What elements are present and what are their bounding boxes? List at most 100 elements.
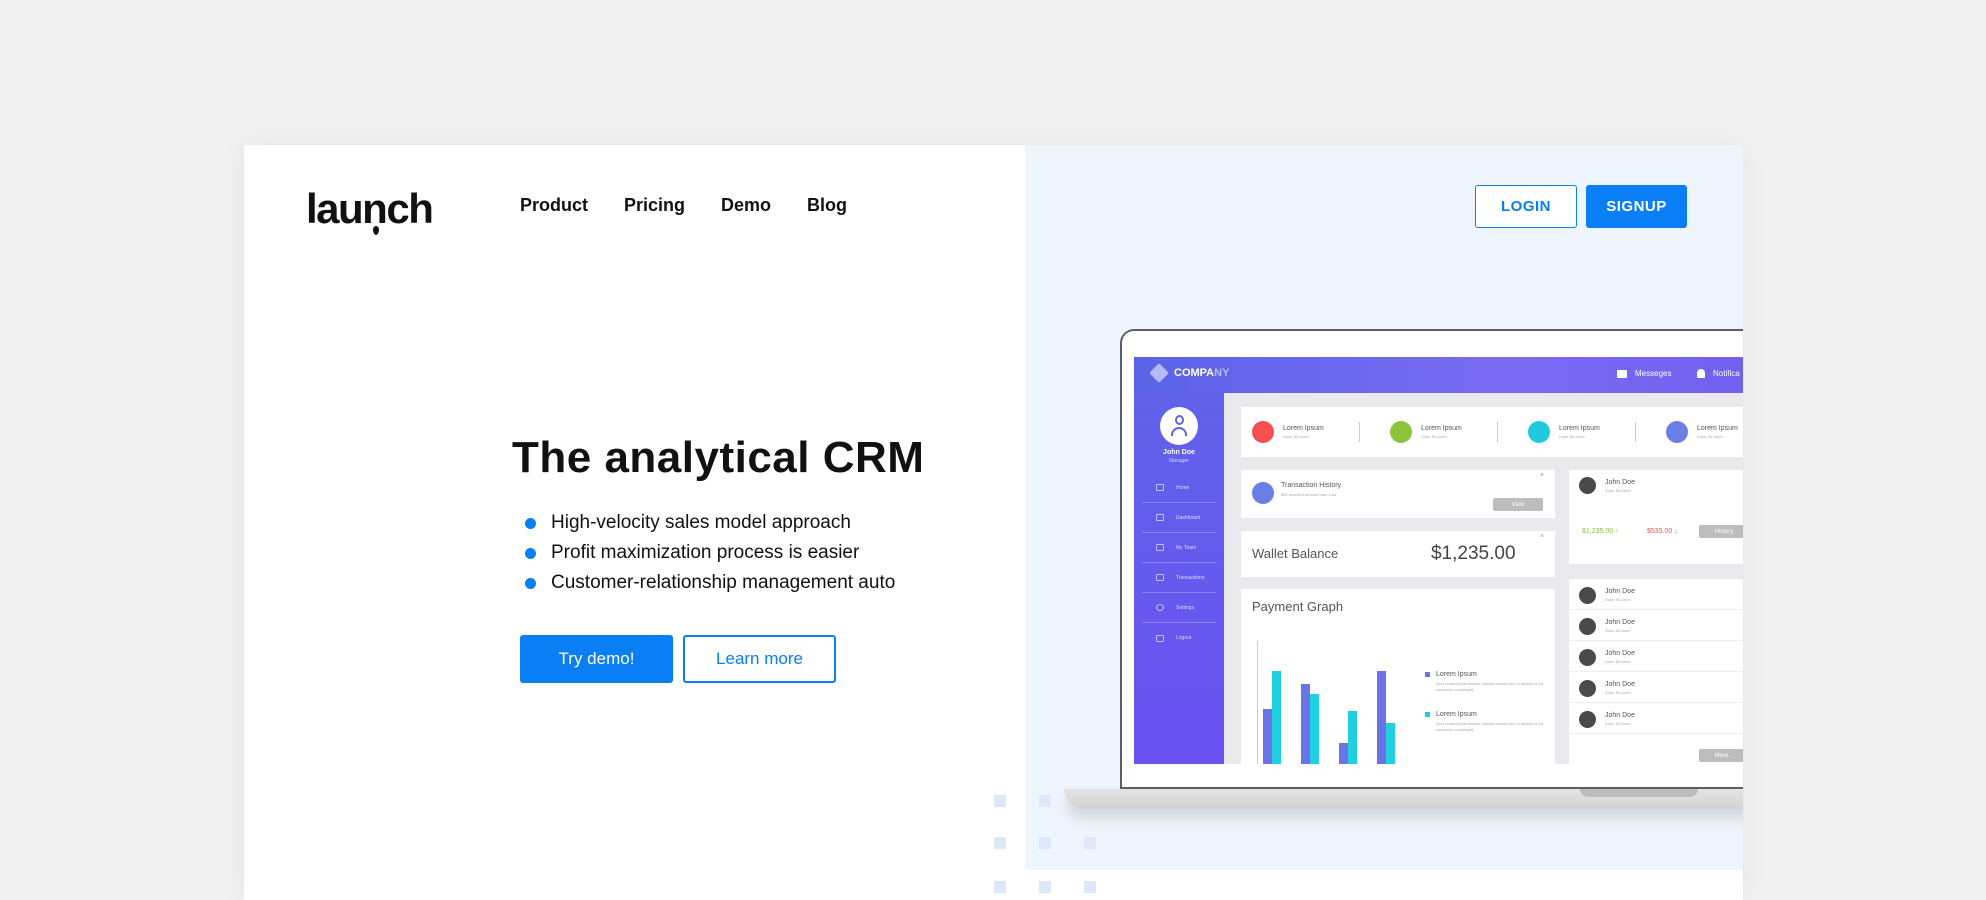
feature-text: High-velocity sales model approach [551, 512, 851, 533]
hero-title: The analytical CRM [512, 433, 925, 482]
stat-sub: Dolor Sit Amet [1421, 434, 1447, 439]
profile-avatar [1579, 477, 1596, 494]
company-diamond-icon [1149, 363, 1169, 383]
logout-icon [1156, 634, 1164, 642]
home-icon [1156, 484, 1164, 491]
stat-label: Lorem Ipsum [1283, 425, 1324, 432]
stat-item: Lorem Ipsum Dolor Sit Amet [1666, 421, 1738, 443]
nav-blog[interactable]: Blog [807, 195, 847, 216]
nav-pricing[interactable]: Pricing [624, 195, 685, 216]
sidebar-item-settings: Settings [1142, 593, 1216, 623]
learn-more-button[interactable]: Learn more [683, 635, 836, 683]
bell-icon [1697, 369, 1705, 378]
person-avatar [1579, 618, 1596, 635]
person-sub: Dolor Sit Amet [1605, 659, 1631, 664]
decor-square [1039, 795, 1051, 807]
dashboard-screen: COMPA NY Messeges Notifica John Doe Manag… [1134, 357, 1743, 764]
nav-demo[interactable]: Demo [721, 195, 771, 216]
y-axis [1257, 641, 1258, 764]
legend-desc: Quis nostrud exercitation ullamco labori… [1436, 681, 1544, 692]
bullet-icon [525, 547, 536, 559]
amount-down: $535.00 ↓ [1647, 528, 1678, 535]
sidebar-item-home: Home [1142, 473, 1216, 503]
stat-item: Lorem Ipsum Dolor Sit Amet [1252, 421, 1324, 443]
team-icon [1156, 544, 1164, 551]
people-list: John Doe Dolor Sit Amet John Doe Dolor Sit… [1569, 579, 1743, 764]
list-item: John Doe Dolor Sit Amet [1569, 703, 1743, 734]
stat-label: Lorem Ipsum [1559, 425, 1600, 432]
gear-icon [1156, 604, 1164, 611]
sidebar-label: Logout [1176, 635, 1192, 641]
legend-label: Lorem Ipsum [1436, 711, 1477, 718]
chart-bar [1272, 670, 1281, 764]
more-button: More... [1699, 749, 1743, 762]
person-sub: Dolor Sit Amet [1605, 721, 1631, 726]
stats-strip: Lorem Ipsum Dolor Sit Amet Lorem Ipsum Dol… [1241, 407, 1743, 457]
bar-chart-plot [1259, 641, 1395, 764]
transaction-avatar [1252, 482, 1274, 504]
stat-item: Lorem Ipsum Dolor Sit Amet [1528, 421, 1600, 443]
person-sub: Dolor Sit Amet [1605, 690, 1631, 695]
person-name: John Doe [1605, 681, 1635, 688]
stat-dot [1252, 421, 1274, 443]
payment-graph-title: Payment Graph [1252, 599, 1344, 614]
cloud-icon [1156, 514, 1164, 521]
launch-logo[interactable]: launch [306, 185, 434, 233]
feature-item: Customer-relationship management auto [525, 568, 895, 598]
sidebar-item-team: My Team [1142, 533, 1216, 563]
bullet-icon [525, 577, 536, 589]
landing-card: launch Product Pricing Demo Blog LOGIN S… [244, 145, 1743, 900]
sidebar-label: Transactions [1176, 574, 1205, 581]
stat-sub: Dolor Sit Amet [1697, 434, 1723, 439]
stat-label: Lorem Ipsum [1421, 425, 1462, 432]
notifications-label: Notifica [1713, 369, 1740, 378]
arrow-up-icon: ↑ [1615, 528, 1619, 535]
feature-text: Customer-relationship management auto [551, 572, 896, 593]
user-name: John Doe [1163, 449, 1195, 456]
history-button: History [1699, 525, 1743, 538]
person-avatar [1579, 649, 1596, 666]
try-demo-button[interactable]: Try demo! [520, 635, 673, 683]
person-avatar [1579, 587, 1596, 604]
feature-list: High-velocity sales model approach Profi… [525, 508, 895, 598]
person-name: John Doe [1605, 619, 1635, 626]
close-icon: × [1540, 472, 1545, 479]
nav-product[interactable]: Product [520, 195, 588, 216]
amount-up: $1,235.00 ↑ [1582, 528, 1619, 535]
dashboard-sidebar: John Doe Manager Home Dashboard My Team … [1134, 393, 1224, 764]
profile-sub: Dolor Sit Amet [1605, 488, 1631, 493]
avatar-head-icon [1174, 415, 1184, 425]
wallet-amount: $1,235.00 [1431, 543, 1516, 564]
chart-bar [1301, 684, 1310, 764]
laptop-notch [1580, 789, 1698, 797]
list-item: John Doe Dolor Sit Amet [1569, 610, 1743, 641]
legend-swatch [1425, 712, 1430, 717]
sidebar-label: Dashboard [1176, 514, 1201, 521]
signup-button[interactable]: SIGNUP [1586, 185, 1687, 228]
transaction-card: Transaction History $90 received amount … [1241, 470, 1555, 518]
close-icon: × [1540, 533, 1545, 540]
legend-item: Lorem Ipsum [1425, 671, 1477, 678]
feature-item: High-velocity sales model approach [525, 508, 895, 538]
sidebar-item-transactions: Transactions [1142, 563, 1216, 593]
list-item: John Doe Dolor Sit Amet [1569, 641, 1743, 672]
stat-divider [1635, 422, 1636, 442]
legend-desc: Quis nostrud exercitation ullamco labori… [1436, 721, 1544, 732]
chart-bar [1339, 743, 1348, 764]
login-button[interactable]: LOGIN [1475, 185, 1577, 228]
transaction-sub: $90 received amount from Lisa [1281, 492, 1336, 497]
amount-up-value: $1,235.00 [1582, 528, 1614, 535]
decor-square [994, 881, 1006, 893]
chart-bar [1386, 723, 1395, 764]
main-nav: Product Pricing Demo Blog [520, 195, 883, 216]
company-name: COMPA [1174, 367, 1215, 379]
view-button: View [1493, 498, 1543, 511]
stat-label: Lorem Ipsum [1697, 425, 1738, 432]
mail-icon [1617, 369, 1627, 378]
bullet-icon [525, 517, 536, 529]
company-logo: COMPA NY [1149, 363, 1229, 383]
chart-bar [1348, 711, 1357, 764]
chart-bar [1310, 693, 1319, 764]
sidebar-label: My Team [1176, 544, 1197, 551]
payment-graph-card: Payment Graph Lorem Ipsum Quis nostrud e… [1241, 589, 1555, 764]
